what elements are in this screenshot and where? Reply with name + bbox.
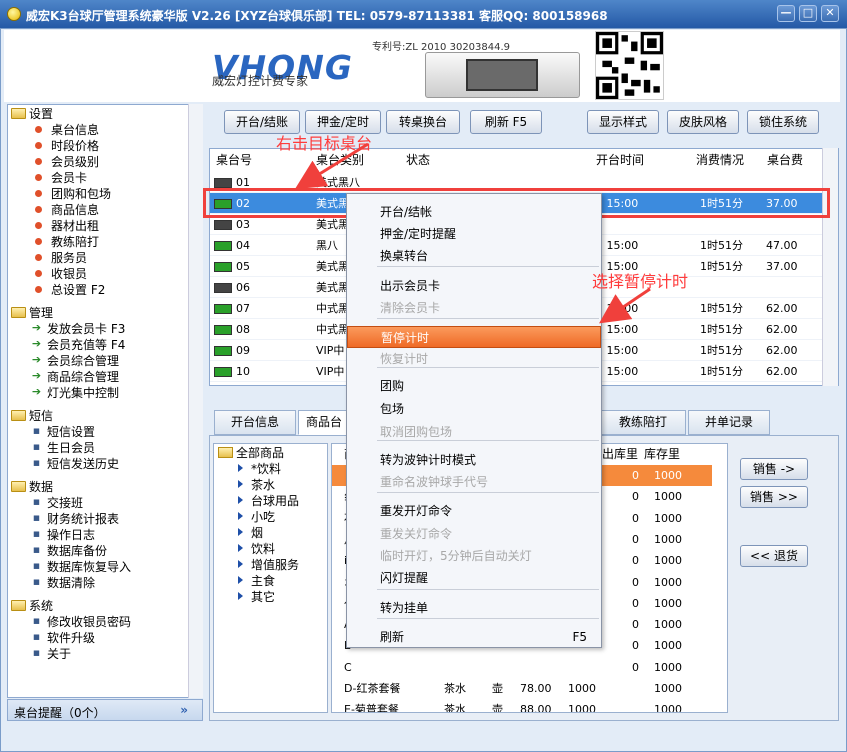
annotation-arrows <box>294 142 651 324</box>
arrow-to-row <box>294 142 369 190</box>
arrow-to-pause <box>599 287 651 324</box>
